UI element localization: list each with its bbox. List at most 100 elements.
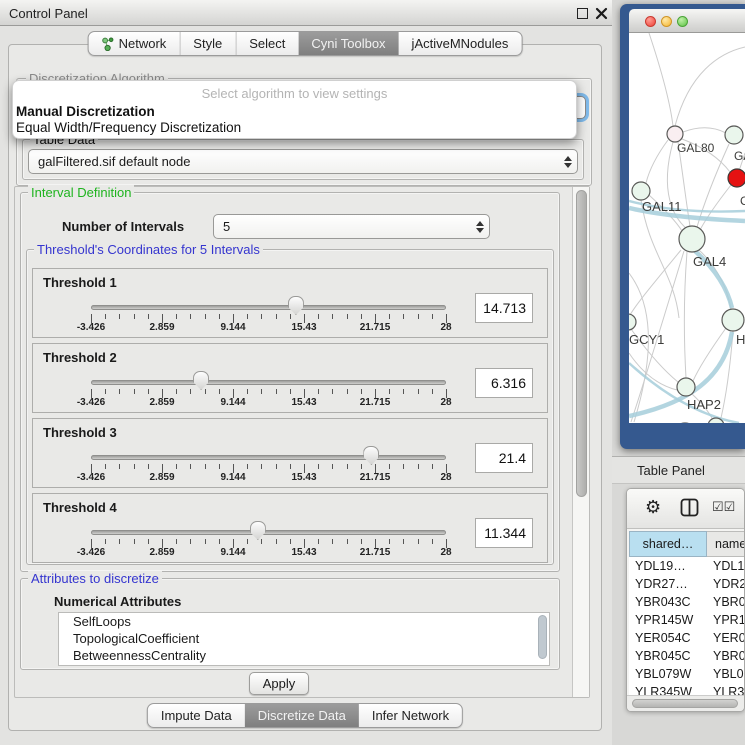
slider-tick-labels: -3.4262.8599.14415.4321.71528	[91, 547, 446, 559]
number-of-intervals-value: 5	[223, 219, 230, 234]
spinner-arrows-icon[interactable]	[564, 156, 572, 168]
table-data-value: galFiltered.sif default node	[38, 154, 190, 169]
spinner-arrows-icon[interactable]	[476, 221, 484, 233]
minimize-traffic-light-icon[interactable]	[661, 16, 672, 27]
table-row[interactable]: YBL079WYBL0	[629, 665, 745, 683]
threshold-1-slider[interactable]: -3.4262.8599.14415.4321.71528	[91, 295, 446, 333]
horizontal-scrollbar-thumb[interactable]	[632, 699, 738, 708]
threshold-3-slider[interactable]: -3.4262.8599.14415.4321.71528	[91, 445, 446, 483]
list-item-selfloops[interactable]: SelfLoops	[59, 613, 549, 630]
column-header-shared-name[interactable]: shared…	[629, 531, 707, 557]
node-gal11[interactable]	[632, 182, 650, 200]
node-gal4[interactable]	[679, 226, 705, 252]
vertical-scrollbar-thumb[interactable]	[576, 190, 587, 497]
slider-track[interactable]	[91, 380, 446, 385]
slider-track[interactable]	[91, 305, 446, 310]
threshold-2-slider[interactable]: -3.4262.8599.14415.4321.71528	[91, 370, 446, 408]
popup-option-manual-discretization[interactable]: Manual Discretization	[16, 104, 155, 119]
table-browser-window: ⚙ ☑☑ shared… name YDL19…YDL1 YDR27…YDR2 …	[626, 488, 745, 712]
threshold-3-value-field[interactable]	[475, 443, 533, 473]
node-gcy1[interactable]	[629, 314, 636, 330]
list-item-topologicalcoefficient[interactable]: TopologicalCoefficient	[59, 630, 549, 647]
close-traffic-light-icon[interactable]	[645, 16, 656, 27]
threshold-4-label: Threshold 4	[43, 500, 117, 515]
slider-thumb[interactable]	[193, 371, 209, 390]
attributes-title: Attributes to discretize	[28, 571, 162, 586]
tab-discretize-data[interactable]: Discretize Data	[245, 704, 359, 727]
node-label-hap2: HAP2	[687, 397, 721, 412]
threshold-1-panel: Threshold 1 -3.4262.8599.14415.4321.7152…	[32, 268, 548, 338]
threshold-coordinates-title: Threshold's Coordinates for 5 Intervals	[34, 242, 263, 257]
slider-thumb[interactable]	[250, 521, 266, 540]
threshold-3-label: Threshold 3	[43, 425, 117, 440]
tab-cyni-toolbox[interactable]: Cyni Toolbox	[298, 32, 398, 55]
threshold-2-label: Threshold 2	[43, 350, 117, 365]
close-icon[interactable]	[595, 7, 608, 20]
node-label-partial-top-right: GA	[734, 149, 745, 163]
table-panel-header: Table Panel	[612, 456, 745, 484]
slider-thumb[interactable]	[363, 446, 379, 465]
slider-tick-labels: -3.4262.8599.14415.4321.71528	[91, 472, 446, 484]
horizontal-scrollbar[interactable]	[627, 695, 745, 711]
threshold-1-value-field[interactable]	[475, 293, 533, 323]
node-partial-top-right[interactable]	[725, 126, 743, 144]
node-partial-low-right[interactable]	[722, 309, 744, 331]
node-label-gal4: GAL4	[693, 254, 726, 269]
network-canvas[interactable]: GAL80 GA C GAL11 GAL4 GCY1 HA HAP2	[629, 33, 745, 423]
gear-icon[interactable]: ⚙	[645, 497, 661, 517]
interval-definition-title: Interval Definition	[28, 185, 134, 200]
popup-option-equal-width[interactable]: Equal Width/Frequency Discretization	[16, 120, 241, 135]
node-label-gal80: GAL80	[677, 141, 715, 155]
table-row[interactable]: YBR045CYBR0	[629, 647, 745, 665]
column-header-name[interactable]: name	[707, 531, 745, 557]
table-row[interactable]: YPR145WYPR1	[629, 611, 745, 629]
node-red-selected[interactable]	[728, 169, 745, 187]
numerical-attributes-list: SelfLoops TopologicalCoefficient Between…	[58, 612, 550, 666]
table-toolbar: ⚙ ☑☑	[627, 489, 744, 529]
tab-network[interactable]: Network	[89, 32, 180, 55]
table-row[interactable]: YER054CYER0	[629, 629, 745, 647]
table-panel-title: Table Panel	[637, 463, 705, 478]
table-data-combobox[interactable]: galFiltered.sif default node	[28, 149, 578, 174]
network-icon	[102, 37, 114, 51]
tab-label: Network	[119, 36, 167, 51]
tab-select[interactable]: Select	[235, 32, 298, 55]
list-item-betweennesscentrality[interactable]: BetweennessCentrality	[59, 647, 549, 664]
network-window-titlebar[interactable]	[629, 9, 745, 33]
node-hap2[interactable]	[677, 378, 695, 396]
slider-thumb[interactable]	[288, 296, 304, 315]
tab-infer-network[interactable]: Infer Network	[359, 704, 462, 727]
tab-style[interactable]: Style	[179, 32, 235, 55]
tab-jactivemnodules[interactable]: jActiveMNodules	[399, 32, 522, 55]
threshold-4-value-field[interactable]	[475, 518, 533, 548]
threshold-2-value-field[interactable]	[475, 368, 533, 398]
apply-button[interactable]: Apply	[249, 672, 309, 695]
table-row[interactable]: YDL19…YDL1	[629, 557, 745, 575]
slider-track[interactable]	[91, 530, 446, 535]
float-window-icon[interactable]	[577, 8, 588, 19]
node-label-gcy1: GCY1	[629, 332, 664, 347]
zoom-traffic-light-icon[interactable]	[677, 16, 688, 27]
slider-tick-labels: -3.4262.8599.14415.4321.71528	[91, 322, 446, 334]
tab-impute-data[interactable]: Impute Data	[148, 704, 245, 727]
threshold-4-slider[interactable]: -3.4262.8599.14415.4321.71528	[91, 520, 446, 558]
table-row[interactable]: YBR043CYBR0	[629, 593, 745, 611]
split-columns-icon[interactable]	[680, 498, 699, 522]
node-gal80[interactable]	[667, 126, 683, 142]
control-panel-tabs: Network Style Select Cyni Toolbox jActiv…	[88, 31, 523, 56]
threshold-1-label: Threshold 1	[43, 275, 117, 290]
numerical-attributes-label: Numerical Attributes	[54, 594, 181, 609]
list-scrollbar-thumb[interactable]	[538, 615, 547, 659]
node-label-partial-mid-right: C	[740, 194, 745, 208]
screenshot-root: Control Panel Network	[0, 0, 745, 745]
number-of-intervals-combobox[interactable]: 5	[213, 214, 490, 239]
table-row[interactable]: YDR27…YDR2	[629, 575, 745, 593]
network-view-window: GAL80 GA C GAL11 GAL4 GCY1 HA HAP2	[620, 4, 745, 449]
checkbox-icons[interactable]: ☑☑	[712, 499, 735, 515]
algorithm-dropdown-popup: Select algorithm to view settings Manual…	[12, 80, 577, 139]
vertical-scrollbar[interactable]	[572, 187, 589, 697]
threshold-2-panel: Threshold 2 -3.4262.8599.14415.4321.7152…	[32, 343, 548, 413]
number-of-intervals-label: Number of Intervals	[62, 219, 184, 234]
slider-track[interactable]	[91, 455, 446, 460]
control-panel-titlebar: Control Panel	[0, 0, 612, 26]
